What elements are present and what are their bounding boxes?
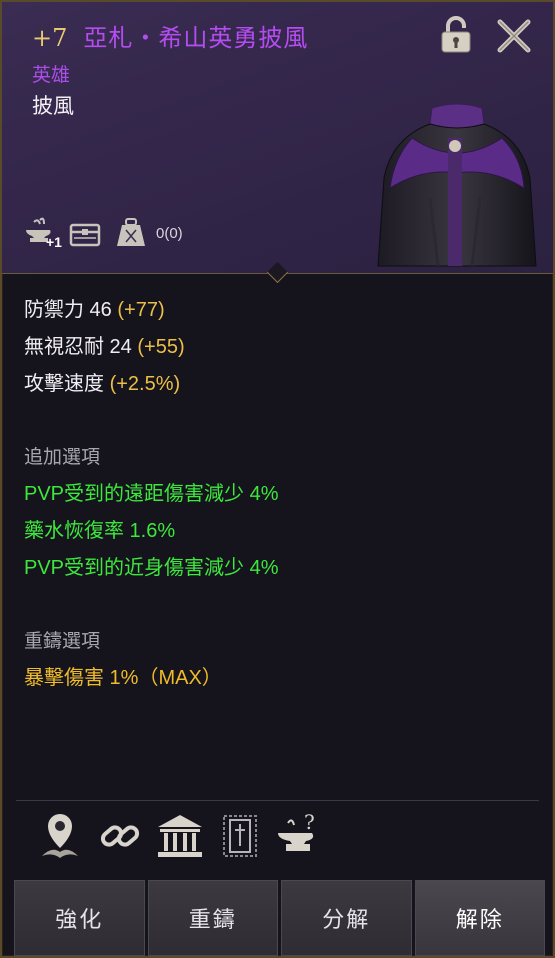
svg-text:?: ? <box>304 811 315 834</box>
chest-icon <box>68 216 102 250</box>
item-title: +7 亞札・希山英勇披風 <box>32 18 308 53</box>
extra-option: PVP受到的近身傷害減少 4% <box>24 557 279 579</box>
recast-options-title: 重鑄選項 <box>24 631 101 652</box>
stat-defense-bonus: (+77) <box>117 299 165 321</box>
close-icon[interactable] <box>494 16 534 56</box>
recast-option: 暴擊傷害 1%（MAX） <box>24 667 222 689</box>
stat-attack-speed: 攻擊速度 (+2.5%) <box>24 373 181 395</box>
stat-speed-bonus: (+2.5%) <box>109 373 181 395</box>
item-tooltip-panel: +7 亞札・希山英勇披風 英雄 披風 +1 0(0) 防禦力 46 (+77) … <box>0 0 555 958</box>
anvil-badge: +1 <box>46 234 62 250</box>
action-buttons: 強化 重鑄 分解 解除 <box>14 880 545 956</box>
stat-defense: 防禦力 46 (+77) <box>24 299 165 321</box>
link-icon[interactable] <box>92 808 148 864</box>
anvil-icon: +1 <box>22 216 62 250</box>
engrave-icon[interactable] <box>212 808 268 864</box>
bank-icon[interactable] <box>152 808 208 864</box>
dismantle-button[interactable]: 分解 <box>281 880 412 956</box>
item-header: +7 亞札・希山英勇披風 英雄 披風 +1 0(0) <box>2 2 553 274</box>
recast-button[interactable]: 重鑄 <box>147 880 278 956</box>
item-type: 披風 <box>32 95 74 118</box>
extra-options-title: 追加選項 <box>24 447 101 468</box>
item-grade: 英雄 <box>32 64 71 86</box>
enhance-button[interactable]: 強化 <box>14 880 145 956</box>
weight-icon <box>114 216 148 250</box>
item-name: 亞札・希山英勇披風 <box>83 24 309 52</box>
divider <box>16 800 539 801</box>
anvil-question-icon[interactable]: ? <box>272 808 328 864</box>
tool-icons: ? <box>32 808 332 864</box>
unequip-button[interactable]: 解除 <box>414 880 545 956</box>
enhance-level: +7 <box>32 24 68 52</box>
cloak-item-image <box>377 103 537 267</box>
item-stats: 防禦力 46 (+77) 無視忍耐 24 (+55) 攻擊速度 (+2.5%) … <box>24 292 534 697</box>
header-icons: +1 0(0) <box>22 216 183 250</box>
stat-ignore-endurance: 無視忍耐 24 (+55) <box>24 336 185 358</box>
weight-value: 0(0) <box>156 224 183 242</box>
extra-option: 藥水恢復率 1.6% <box>24 520 176 542</box>
lock-icon[interactable] <box>438 16 474 54</box>
location-pin-icon[interactable] <box>32 808 88 864</box>
extra-option: PVP受到的遠距傷害減少 4% <box>24 483 279 505</box>
stat-ignore-bonus: (+55) <box>137 336 185 358</box>
